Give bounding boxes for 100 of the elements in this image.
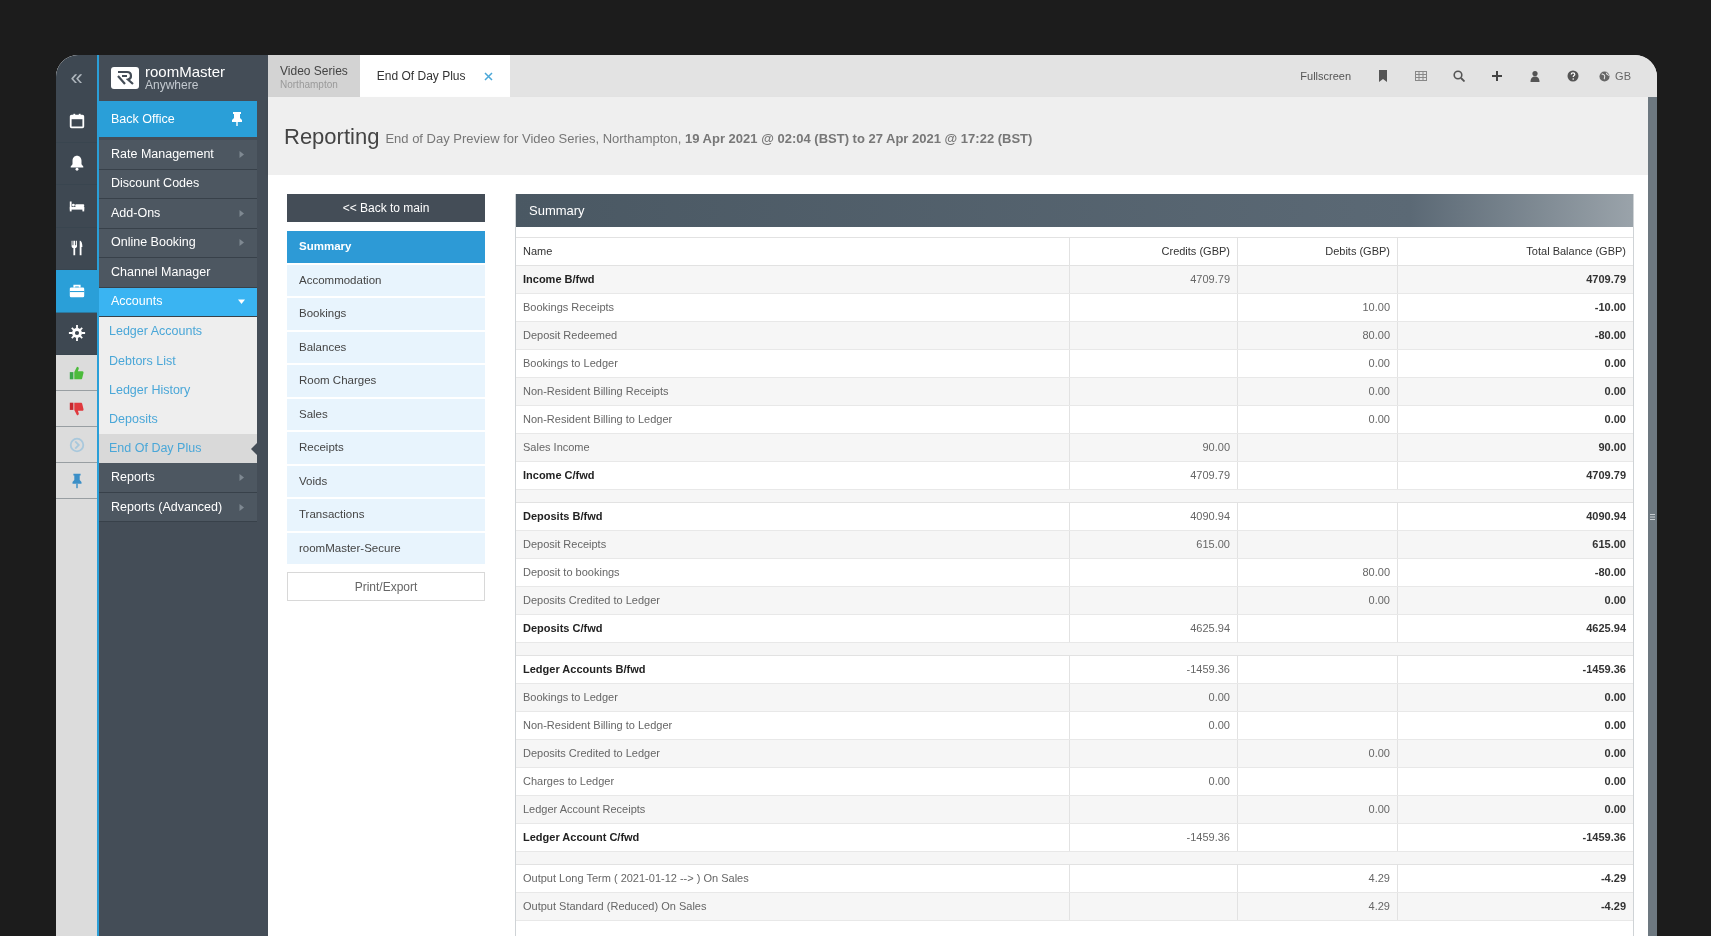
page-subtitle: End of Day Preview for Video Series, Northampton, 19 Apr 2021 @ 02:04 (BST) to 27 Apr 2021 @ 17:22 (BST) xyxy=(385,129,1033,148)
report-nav-item[interactable]: Transactions xyxy=(287,499,485,531)
report-nav-item[interactable]: Accommodation xyxy=(287,264,485,296)
report-nav-item[interactable]: Receipts xyxy=(287,432,485,464)
table-cell-text: Output Long Term ( 2021-01-12 --> ) On Sales xyxy=(522,871,750,887)
user-icon[interactable] xyxy=(1529,70,1542,82)
back-button[interactable]: << Back to main xyxy=(287,194,485,222)
table-cell: -1459.36 xyxy=(1069,824,1237,851)
pin-icon[interactable] xyxy=(231,112,243,126)
table-cell: 0.00 xyxy=(1069,684,1237,711)
report-nav-item[interactable]: Bookings xyxy=(287,298,485,330)
table-cell-text: Bookings to Ledger xyxy=(522,356,619,372)
menu-item[interactable]: Channel Manager xyxy=(99,258,257,288)
help-icon[interactable] xyxy=(1567,70,1580,82)
table-cell-text: Charges to Ledger xyxy=(522,774,616,790)
table-cell: -4.29 xyxy=(1397,865,1633,892)
locale-label[interactable]: GB xyxy=(1615,67,1631,85)
table-cell-text: Output Standard (Reduced) On Sales xyxy=(522,899,708,915)
table-cell: -1459.36 xyxy=(1397,656,1633,683)
fullscreen-link[interactable]: Fullscreen xyxy=(1300,67,1352,85)
menu-item[interactable]: Online Booking xyxy=(99,228,257,258)
search-icon[interactable] xyxy=(1453,70,1466,82)
report-nav-item[interactable]: Voids xyxy=(287,465,485,497)
table-cell-text: Income C/fwd xyxy=(522,468,596,484)
calendar-icon xyxy=(67,111,86,130)
table-cell-text: Deposits C/fwd xyxy=(522,621,604,637)
table-cell: 4.29 xyxy=(1237,893,1397,920)
panel-title: Summary xyxy=(516,194,1633,227)
table-cell: 4709.79 xyxy=(1397,266,1633,293)
tab[interactable]: Video Series Northampton xyxy=(268,55,360,97)
table-cell: 0.00 xyxy=(1237,587,1397,614)
table-cell: 80.00 xyxy=(1237,322,1397,349)
report-nav-item[interactable]: Balances xyxy=(287,331,485,363)
close-icon[interactable] xyxy=(483,71,493,81)
table-cell: 10.00 xyxy=(1237,294,1397,321)
table-cell-text: Deposit Receipts xyxy=(522,537,608,553)
column-header: Debits (GBP) xyxy=(1237,238,1397,265)
report-nav-item[interactable]: Sales xyxy=(287,398,485,430)
column-header: Total Balance (GBP) xyxy=(1397,238,1633,265)
table-cell: -1459.36 xyxy=(1069,656,1237,683)
table-cell-text: Deposits B/fwd xyxy=(522,509,604,525)
table-cell: 0.00 xyxy=(1397,378,1633,405)
table-cell: 4625.94 xyxy=(1397,615,1633,642)
table-cell-text: Non-Resident Billing to Ledger xyxy=(522,412,674,428)
selection-pointer xyxy=(251,443,257,456)
table-cell-text: Non-Resident Billing to Ledger xyxy=(522,718,674,734)
table-cell-text: Income B/fwd xyxy=(522,272,596,288)
table-cell-text: Deposit to bookings xyxy=(522,565,621,581)
table-cell: 80.00 xyxy=(1237,559,1397,586)
table-cell: 0.00 xyxy=(1397,740,1633,767)
table-cell: 0.00 xyxy=(1237,378,1397,405)
menu-item[interactable]: Rate Management xyxy=(99,140,257,170)
table-cell: 0.00 xyxy=(1397,768,1633,795)
plus-icon[interactable] xyxy=(1491,70,1504,82)
table-cell: -80.00 xyxy=(1397,322,1633,349)
table-cell: 4090.94 xyxy=(1397,503,1633,530)
table-cell: 0.00 xyxy=(1237,350,1397,377)
table-cell: 0.00 xyxy=(1397,587,1633,614)
menu-item[interactable]: Reports xyxy=(99,463,257,493)
table-cell-text: Non-Resident Billing Receipts xyxy=(522,384,670,400)
grid-icon[interactable] xyxy=(1415,70,1428,82)
table-cell: 0.00 xyxy=(1397,684,1633,711)
menu-item[interactable]: Add-Ons xyxy=(99,199,257,229)
table-cell-text: Ledger Account C/fwd xyxy=(522,830,641,846)
column-header: Name xyxy=(522,244,554,260)
report-nav-item[interactable]: Room Charges xyxy=(287,365,485,397)
table-cell-text: Deposits Credited to Ledger xyxy=(522,593,661,609)
table-cell: 0.00 xyxy=(1237,406,1397,433)
print-export-button[interactable]: Print/Export xyxy=(287,572,485,601)
table-cell: 0.00 xyxy=(1237,740,1397,767)
scrollbar[interactable] xyxy=(1648,97,1657,936)
report-nav-item[interactable]: roomMaster-Secure xyxy=(287,532,485,564)
menu-item[interactable]: Discount Codes xyxy=(99,169,257,199)
table-cell: 4625.94 xyxy=(1069,615,1237,642)
table-cell: 0.00 xyxy=(1397,796,1633,823)
table-cell: 4.29 xyxy=(1237,865,1397,892)
menu-item[interactable]: Reports (Advanced) xyxy=(99,493,257,523)
page-title: Reporting xyxy=(284,122,380,151)
table-cell: 0.00 xyxy=(1397,350,1633,377)
logo-text: roomMaster xyxy=(145,64,226,79)
table-cell: 0.00 xyxy=(1069,768,1237,795)
table-cell-text: Deposits Credited to Ledger xyxy=(522,746,661,762)
table-cell: 615.00 xyxy=(1069,531,1237,558)
table-cell: 0.00 xyxy=(1397,406,1633,433)
table-cell: 90.00 xyxy=(1069,434,1237,461)
table-cell-text: Bookings Receipts xyxy=(522,300,616,316)
table-cell: 4709.79 xyxy=(1069,266,1237,293)
table-cell: -4.29 xyxy=(1397,893,1633,920)
globe-icon[interactable] xyxy=(1599,70,1611,82)
table-cell-text: Deposit Redeemed xyxy=(522,328,619,344)
collapse-button[interactable]: « xyxy=(70,66,83,89)
table-cell-text: Ledger Accounts B/fwd xyxy=(522,662,647,678)
table-cell: 0.00 xyxy=(1069,712,1237,739)
grip-icon xyxy=(1650,513,1655,520)
column-header: Credits (GBP) xyxy=(1069,238,1237,265)
tab[interactable]: End Of Day Plus xyxy=(359,55,510,97)
table-cell: -80.00 xyxy=(1397,559,1633,586)
bookmark-icon[interactable] xyxy=(1377,70,1390,82)
table-cell: 0.00 xyxy=(1237,796,1397,823)
table-cell: 4709.79 xyxy=(1069,462,1237,489)
